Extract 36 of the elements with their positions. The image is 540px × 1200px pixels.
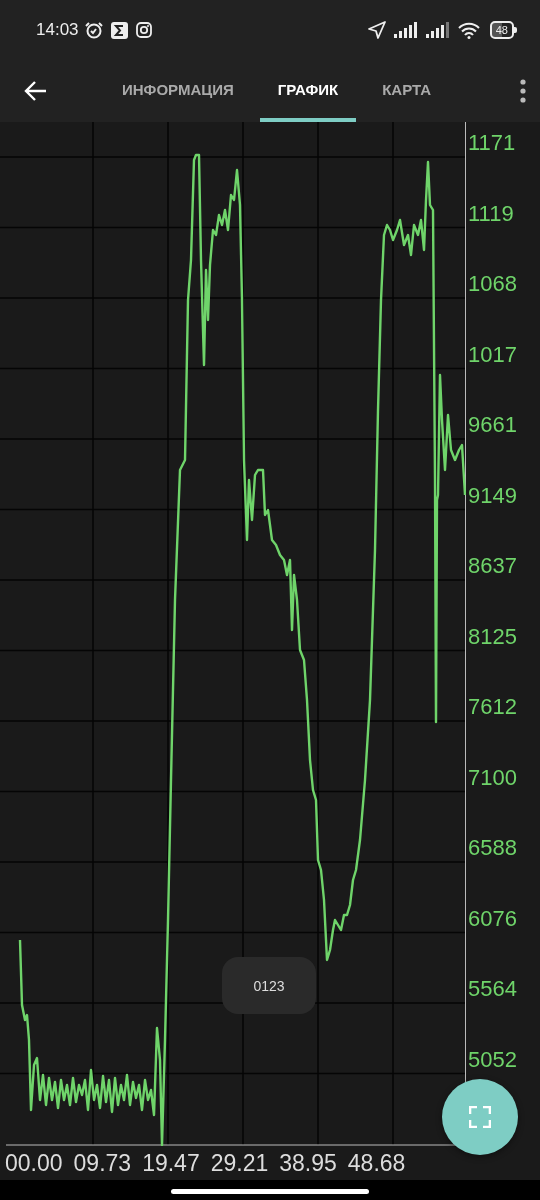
y-axis-label: 6588 bbox=[468, 835, 517, 862]
x-axis-label: 48.68 bbox=[347, 1149, 406, 1177]
tab[interactable]: ИНФОРМАЦИЯ bbox=[104, 60, 252, 122]
x-axis-label: 29.21 bbox=[210, 1149, 269, 1177]
y-axis-label: 1171 bbox=[468, 130, 517, 157]
signal-icon bbox=[393, 22, 418, 38]
y-axis-label: 1017 bbox=[468, 341, 517, 369]
battery-indicator: 48 bbox=[489, 21, 514, 39]
y-axis-label: 6076 bbox=[468, 905, 517, 933]
fullscreen-icon bbox=[469, 1106, 491, 1128]
home-indicator[interactable] bbox=[171, 1188, 369, 1194]
clock-time: 14:03 bbox=[36, 20, 79, 40]
tab[interactable]: КАРТА bbox=[364, 60, 449, 122]
y-axis-label: 8125 bbox=[468, 623, 517, 651]
x-axis-label: 38.95 bbox=[279, 1149, 337, 1177]
alarm-icon bbox=[84, 21, 103, 39]
y-axis-label: 1119 bbox=[468, 200, 515, 228]
y-axis-label: 9149 bbox=[468, 482, 517, 510]
y-axis-label: 1068 bbox=[468, 271, 517, 298]
app-icon bbox=[110, 21, 128, 39]
x-axis-label: 09.73 bbox=[73, 1149, 132, 1177]
y-axis-label: 9661 bbox=[468, 412, 517, 439]
wifi-icon bbox=[457, 21, 480, 39]
toast-message: 0123 bbox=[222, 957, 316, 1014]
more-icon[interactable] bbox=[520, 79, 526, 103]
y-axis-label: 7612 bbox=[468, 694, 517, 721]
y-axis-label: 8637 bbox=[468, 553, 517, 580]
x-axis-label: 19.47 bbox=[142, 1149, 200, 1177]
y-axis-label: 5564 bbox=[468, 976, 517, 1003]
y-axis-label: 7100 bbox=[468, 764, 517, 792]
navigation-icon bbox=[367, 21, 386, 39]
camera-icon bbox=[135, 22, 152, 38]
y-axis-label: 5052 bbox=[468, 1046, 517, 1074]
signal-icon bbox=[425, 22, 450, 38]
back-icon[interactable] bbox=[24, 80, 48, 102]
x-axis-label: 00.00 bbox=[5, 1149, 63, 1177]
